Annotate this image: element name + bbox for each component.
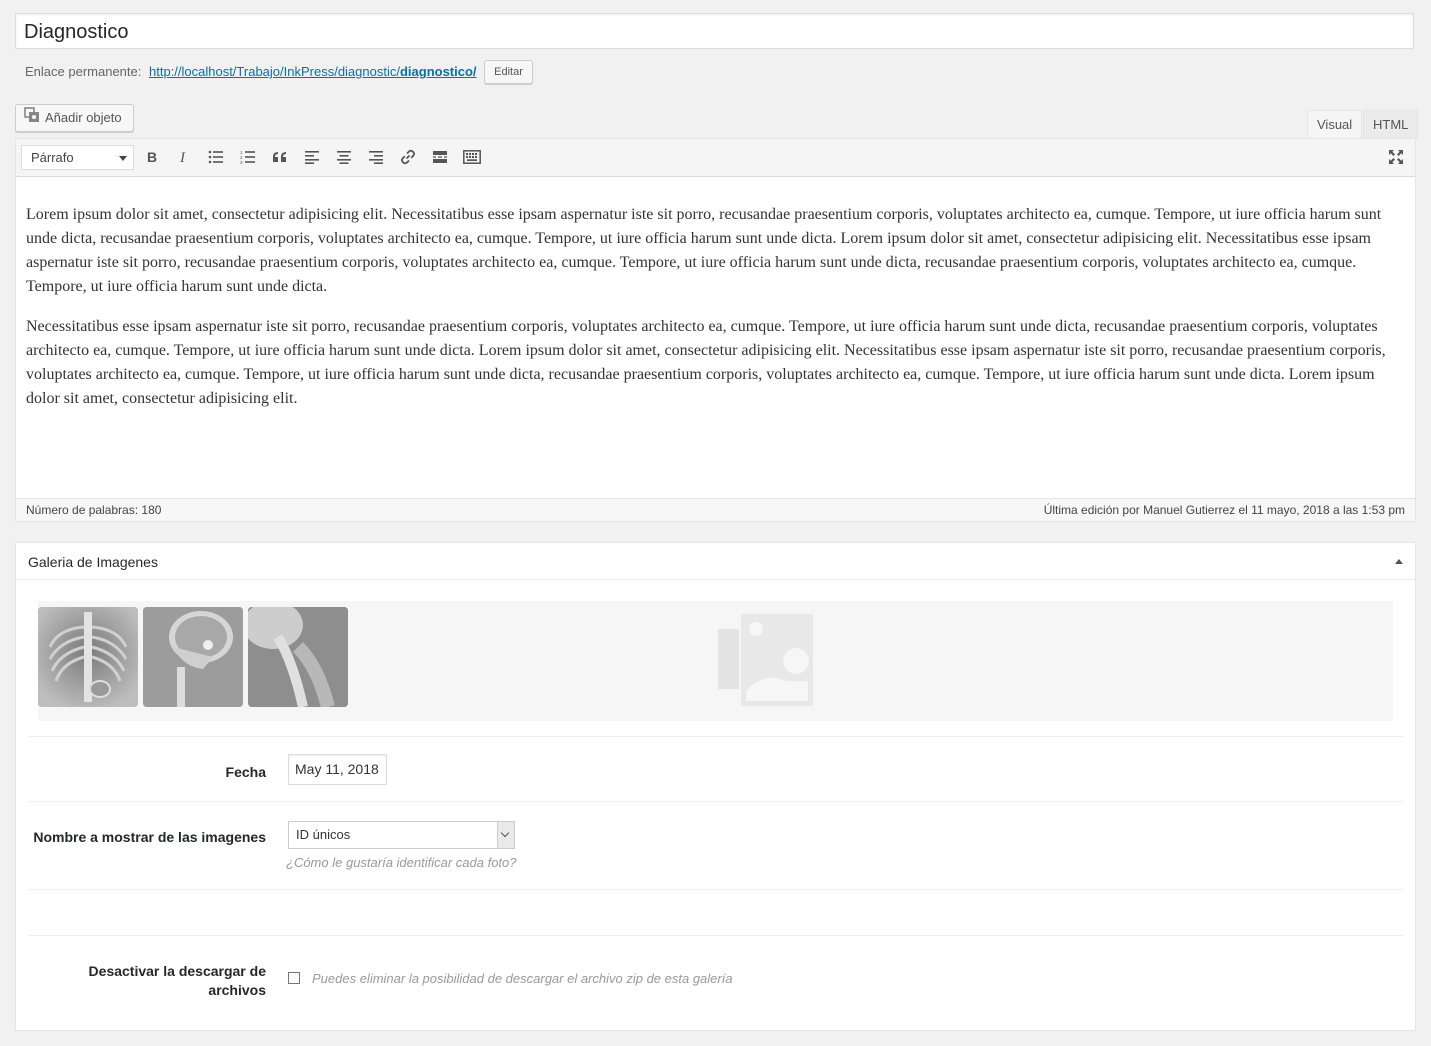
svg-text:I: I: [179, 150, 186, 164]
chevron-down-icon: [119, 156, 127, 161]
toolbar-toggle-button[interactable]: [459, 145, 485, 171]
link-icon: [400, 149, 416, 168]
align-left-button[interactable]: [299, 145, 325, 171]
metabox-title: Galeria de Imagenes: [28, 554, 158, 570]
align-left-icon: [304, 150, 320, 167]
italic-button[interactable]: I: [171, 145, 197, 171]
gallery-thumbnail[interactable]: [143, 607, 243, 707]
permalink-label: Enlace permanente:: [25, 64, 142, 79]
align-right-icon: [368, 150, 384, 167]
gallery-thumbnail[interactable]: [38, 607, 138, 707]
date-label: Fecha: [225, 764, 266, 780]
read-more-button[interactable]: [427, 145, 453, 171]
gallery-images: [38, 601, 1393, 721]
align-center-icon: [336, 150, 352, 167]
divider: [28, 801, 1403, 802]
content-paragraph: Lorem ipsum dolor sit amet, consectetur …: [26, 206, 1382, 295]
display-name-value: ID únicos: [296, 827, 351, 842]
divider: [28, 889, 1403, 890]
bullet-list-button[interactable]: [203, 145, 229, 171]
add-media-button[interactable]: Añadir objeto: [15, 104, 134, 132]
permalink-slug: diagnostico/: [399, 64, 477, 79]
last-edit-info: Última edición por Manuel Gutierrez el 1…: [1043, 503, 1405, 517]
divider: [28, 736, 1403, 737]
italic-icon: I: [177, 150, 191, 167]
read-more-icon: [432, 150, 448, 167]
collapse-arrow-icon[interactable]: [1395, 559, 1403, 564]
bullet-list-icon: [208, 150, 224, 167]
disable-download-checkbox[interactable]: [288, 972, 300, 984]
fullscreen-button[interactable]: [1383, 145, 1409, 171]
align-right-button[interactable]: [363, 145, 389, 171]
disable-download-help: Puedes eliminar la posibilidad de descar…: [312, 971, 733, 986]
post-title-input[interactable]: Diagnostico: [15, 13, 1414, 49]
display-name-help: ¿Cómo le gustaría identificar cada foto?: [286, 855, 517, 870]
numbered-list-icon: 123: [240, 150, 256, 167]
content-paragraph: Necessitatibus esse ipsam aspernatur ist…: [26, 318, 1386, 407]
svg-text:B: B: [147, 150, 157, 164]
format-select-value: Párrafo: [31, 150, 74, 165]
word-count: Número de palabras: 180: [26, 503, 162, 517]
edit-permalink-button[interactable]: Editar: [484, 60, 533, 84]
svg-text:3: 3: [240, 160, 243, 164]
tab-visual[interactable]: Visual: [1307, 110, 1363, 139]
editor-toolbar: Párrafo B I 123: [16, 139, 1415, 177]
permalink-row: Enlace permanente: http://localhost/Trab…: [25, 60, 533, 84]
blockquote-button[interactable]: [267, 145, 293, 171]
permalink-link[interactable]: http://localhost/Trabajo/InkPress/diagno…: [149, 64, 477, 79]
chevron-down-icon: [497, 822, 514, 848]
numbered-list-button[interactable]: 123: [235, 145, 261, 171]
display-name-label: Nombre a mostrar de las imagenes: [33, 829, 266, 845]
divider: [28, 935, 1403, 936]
add-media-label: Añadir objeto: [45, 110, 122, 125]
editor-content[interactable]: Lorem ipsum dolor sit amet, consectetur …: [16, 177, 1415, 411]
permalink-base: http://localhost/Trabajo/InkPress/diagno…: [148, 64, 400, 79]
disable-download-label: Desactivar la descargar de archivos: [88, 963, 266, 998]
format-select[interactable]: Párrafo: [21, 145, 134, 170]
editor-statusbar: Número de palabras: 180 Última edición p…: [16, 498, 1415, 521]
metabox-header[interactable]: Galeria de Imagenes: [16, 543, 1415, 580]
image-placeholder-icon: [716, 611, 816, 714]
gallery-thumbnail[interactable]: [248, 607, 348, 707]
bold-button[interactable]: B: [139, 145, 165, 171]
link-button[interactable]: [395, 145, 421, 171]
date-input[interactable]: May 11, 2018: [288, 754, 387, 785]
gallery-metabox: Galeria de Imagenes Fecha May 11, 2018 N…: [15, 542, 1416, 1031]
bold-icon: B: [145, 149, 159, 167]
blockquote-icon: [272, 150, 288, 167]
tab-html[interactable]: HTML: [1363, 110, 1419, 139]
keyboard-icon: [463, 149, 481, 167]
display-name-select[interactable]: ID únicos: [288, 821, 515, 849]
editor: Párrafo B I 123 Lorem ipsum dolor sit am…: [15, 138, 1416, 522]
fullscreen-icon: [1388, 149, 1404, 168]
align-center-button[interactable]: [331, 145, 357, 171]
media-icon: [24, 106, 40, 132]
